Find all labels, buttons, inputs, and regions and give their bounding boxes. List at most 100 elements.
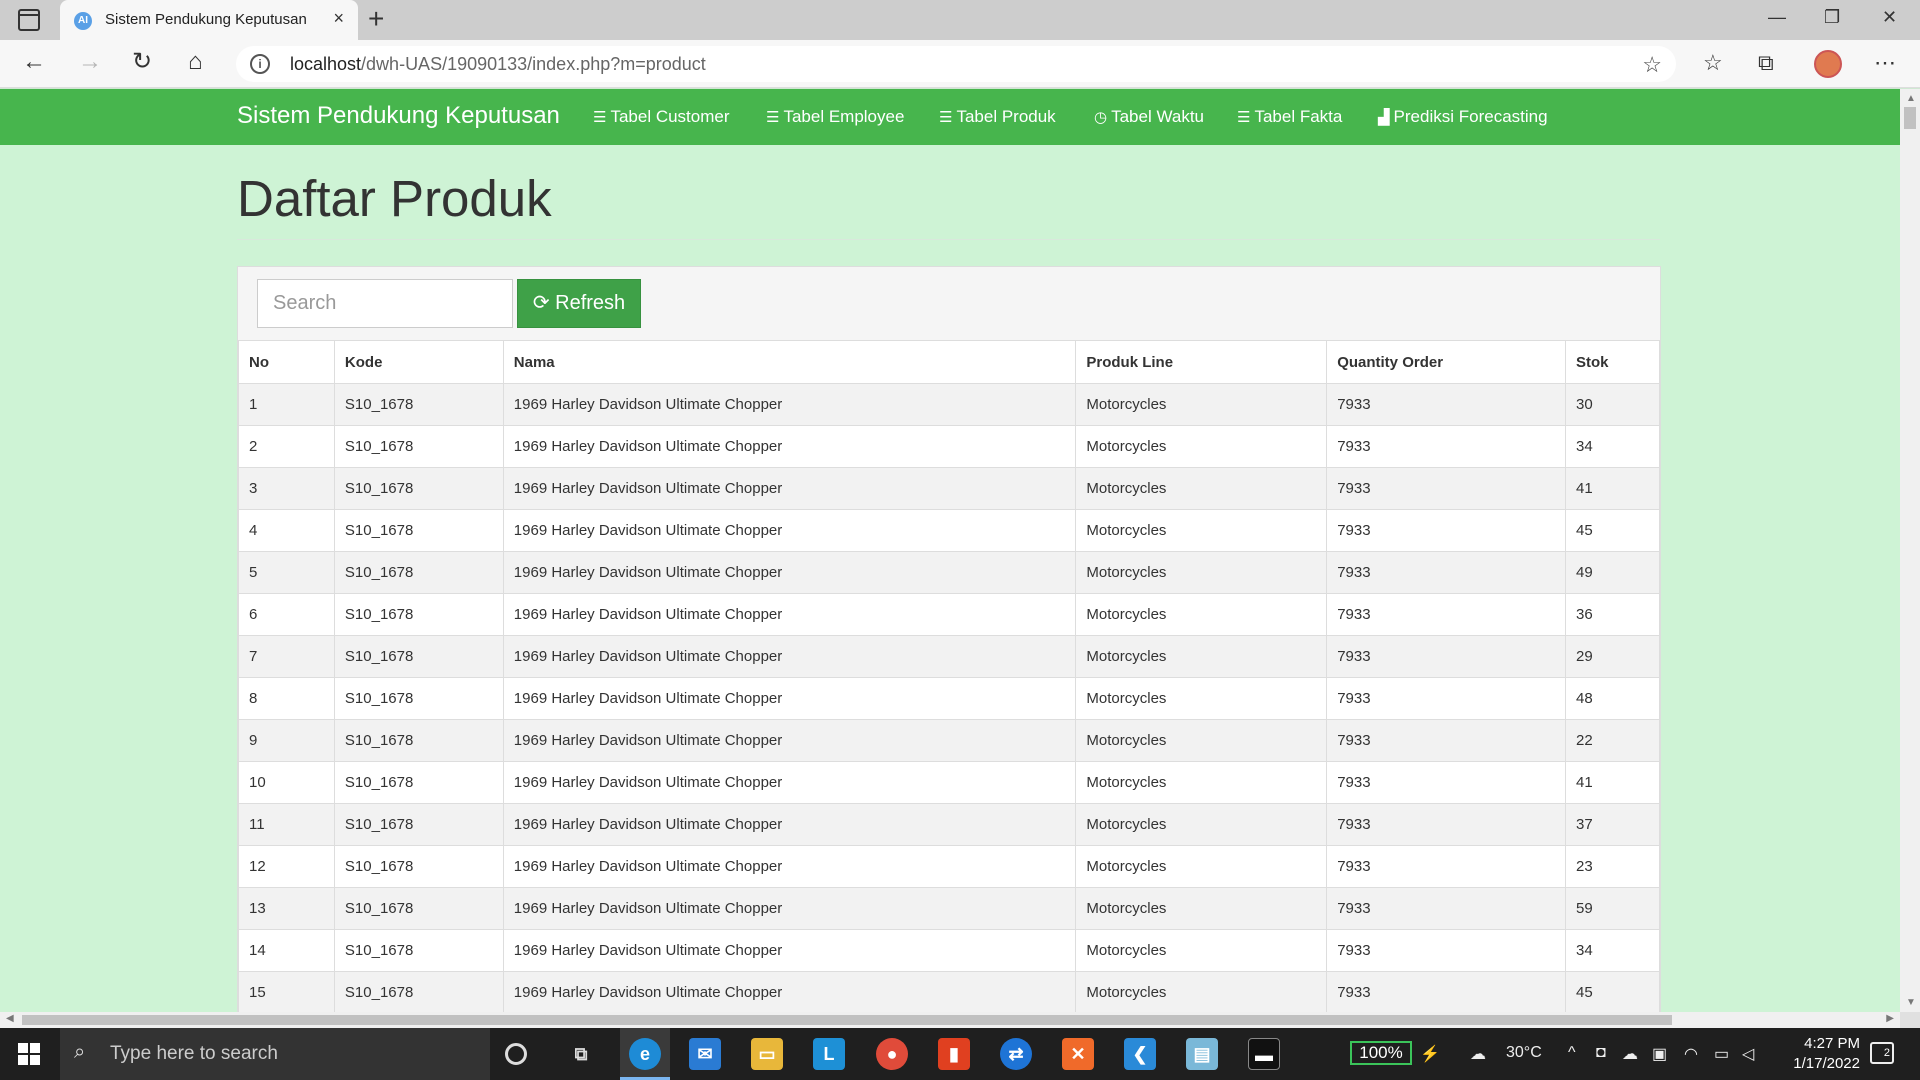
table-row: 8 S10_1678 1969 Harley Davidson Ultimate C… — [238, 677, 1660, 720]
volume-icon[interactable]: ◁ — [1742, 1044, 1754, 1064]
refresh-button[interactable]: ⟳ Refresh — [517, 279, 641, 328]
scrollbar-thumb[interactable] — [1904, 107, 1916, 129]
weather-icon[interactable]: ☁ — [1470, 1044, 1486, 1064]
restore-button[interactable]: ❐ — [1824, 7, 1840, 28]
new-tab-button[interactable]: + — [368, 3, 384, 35]
nav-tabel-waktu[interactable]: ◷ Tabel Waktu — [1094, 107, 1204, 127]
close-window-button[interactable]: ✕ — [1882, 7, 1897, 28]
table-row: 12 S10_1678 1969 Harley Davidson Ultimate … — [238, 845, 1660, 888]
file-explorer-icon[interactable]: ▭ — [751, 1038, 783, 1070]
more-menu-icon[interactable]: ⋯ — [1874, 50, 1896, 76]
favorites-icon[interactable]: ☆ — [1703, 50, 1723, 76]
office-icon[interactable]: ▮ — [938, 1038, 970, 1070]
collections-icon[interactable]: ⧉ — [1758, 50, 1774, 76]
nav-tabel-fakta[interactable]: ☰ Tabel Fakta — [1237, 107, 1342, 127]
cell-kode: S10_1678 — [333, 551, 504, 594]
cell-kode: S10_1678 — [333, 971, 504, 1012]
cell-kode: S10_1678 — [333, 425, 504, 468]
cell-kode: S10_1678 — [333, 509, 504, 552]
tab-favicon-icon: AI — [74, 12, 92, 30]
horizontal-scrollbar[interactable]: ◀ ▶ — [0, 1012, 1900, 1028]
table-row: 1 S10_1678 1969 Harley Davidson Ultimate C… — [238, 383, 1660, 426]
cell-quantity-order: 7933 — [1326, 467, 1567, 510]
cell-kode: S10_1678 — [333, 803, 504, 846]
cell-no: 13 — [238, 887, 335, 930]
scroll-up-icon[interactable]: ▲ — [1906, 93, 1916, 104]
cell-quantity-order: 7933 — [1326, 761, 1567, 804]
nav-tabel-produk[interactable]: ☰ Tabel Produk — [939, 107, 1056, 127]
cell-kode: S10_1678 — [333, 761, 504, 804]
cell-kode: S10_1678 — [333, 593, 504, 636]
scroll-left-icon[interactable]: ◀ — [6, 1013, 14, 1024]
chrome-icon[interactable]: ● — [876, 1038, 908, 1070]
taskbar-search[interactable]: ⌕ Type here to search — [60, 1028, 490, 1080]
wifi-icon[interactable]: ◠ — [1684, 1044, 1698, 1064]
cell-nama: 1969 Harley Davidson Ultimate Chopper — [502, 635, 1077, 678]
teamviewer-icon[interactable]: ⇄ — [1000, 1038, 1032, 1070]
tray-app-icon[interactable]: ◘ — [1596, 1044, 1606, 1062]
back-icon[interactable]: ← — [22, 50, 46, 74]
add-favorite-icon[interactable]: ☆ — [1642, 52, 1662, 78]
battery-icon[interactable]: ▭ — [1714, 1044, 1729, 1064]
table-header-row: No Kode Nama Produk Line Quantity Order … — [238, 340, 1660, 384]
cell-quantity-order: 7933 — [1326, 509, 1567, 552]
refresh-icon: ⟳ — [532, 292, 550, 314]
cell-nama: 1969 Harley Davidson Ultimate Chopper — [502, 551, 1077, 594]
weather-temperature[interactable]: 30°C — [1506, 1044, 1542, 1062]
table-icon: ☰ — [766, 109, 780, 126]
taskbar-clock[interactable]: 4:27 PM 1/17/2022 — [1760, 1034, 1860, 1074]
cell-no: 2 — [238, 425, 335, 468]
tray-expand-icon[interactable]: ^ — [1568, 1044, 1576, 1062]
vscode-icon[interactable]: ❮ — [1124, 1038, 1156, 1070]
security-icon[interactable]: ▣ — [1652, 1044, 1667, 1064]
l-app-icon[interactable]: L — [813, 1038, 845, 1070]
app-navbar: Sistem Pendukung Keputusan ☰ Tabel Custom… — [0, 89, 1900, 145]
navbar-brand[interactable]: Sistem Pendukung Keputusan — [237, 102, 560, 130]
nav-tabel-customer[interactable]: ☰ Tabel Customer — [593, 107, 730, 127]
cell-no: 15 — [238, 971, 335, 1012]
header-stok: Stok — [1565, 340, 1660, 384]
xampp-icon[interactable]: ✕ — [1062, 1038, 1094, 1070]
minimize-button[interactable]: — — [1768, 7, 1786, 28]
cell-kode: S10_1678 — [333, 383, 504, 426]
tab-close-icon[interactable]: × — [333, 8, 344, 29]
vertical-scrollbar[interactable]: ▲ ▼ — [1900, 89, 1920, 1012]
cell-no: 9 — [238, 719, 335, 762]
url-field[interactable]: i localhost/dwh-UAS/19090133/index.php?m… — [236, 46, 1676, 82]
scroll-right-icon[interactable]: ▶ — [1886, 1013, 1894, 1024]
battery-indicator[interactable]: 100% — [1350, 1041, 1412, 1065]
cell-kode: S10_1678 — [333, 719, 504, 762]
onedrive-icon[interactable]: ☁ — [1622, 1044, 1638, 1064]
home-icon[interactable]: ⌂ — [188, 50, 203, 74]
search-input[interactable] — [257, 279, 513, 328]
scrollbar-thumb[interactable] — [22, 1015, 1672, 1025]
cell-stok: 45 — [1565, 971, 1660, 1012]
tab-actions-icon[interactable] — [18, 9, 40, 31]
cell-produk-line: Motorcycles — [1075, 383, 1328, 426]
cell-stok: 22 — [1565, 719, 1660, 762]
nav-tabel-employee[interactable]: ☰ Tabel Employee — [766, 107, 904, 127]
cell-no: 12 — [238, 845, 335, 888]
profile-avatar[interactable] — [1814, 50, 1842, 78]
browser-tab[interactable]: AI Sistem Pendukung Keputusan × — [60, 0, 358, 40]
cell-stok: 29 — [1565, 635, 1660, 678]
notification-icon[interactable]: 2 — [1870, 1042, 1894, 1064]
clock-date: 1/17/2022 — [1793, 1055, 1860, 1072]
task-view-icon[interactable]: ⧉ — [565, 1038, 597, 1070]
scroll-down-icon[interactable]: ▼ — [1906, 997, 1916, 1008]
edge-icon[interactable]: e — [629, 1038, 661, 1070]
power-plug-icon: ⚡ — [1420, 1046, 1440, 1063]
cell-quantity-order: 7933 — [1326, 845, 1567, 888]
terminal-icon[interactable]: ▬ — [1248, 1038, 1280, 1070]
forward-icon[interactable]: → — [78, 50, 102, 74]
site-info-icon[interactable]: i — [250, 54, 270, 74]
reload-icon[interactable]: ↻ — [132, 50, 152, 74]
windows-start-icon[interactable] — [18, 1043, 40, 1065]
cell-produk-line: Motorcycles — [1075, 803, 1328, 846]
header-produk-line: Produk Line — [1075, 340, 1328, 384]
mail-icon[interactable]: ✉ — [689, 1038, 721, 1070]
cortana-icon[interactable] — [505, 1043, 527, 1065]
cell-nama: 1969 Harley Davidson Ultimate Chopper — [502, 677, 1077, 720]
nav-prediksi-forecasting[interactable]: ▟ Prediksi Forecasting — [1378, 107, 1548, 127]
notepad-icon[interactable]: ▤ — [1186, 1038, 1218, 1070]
